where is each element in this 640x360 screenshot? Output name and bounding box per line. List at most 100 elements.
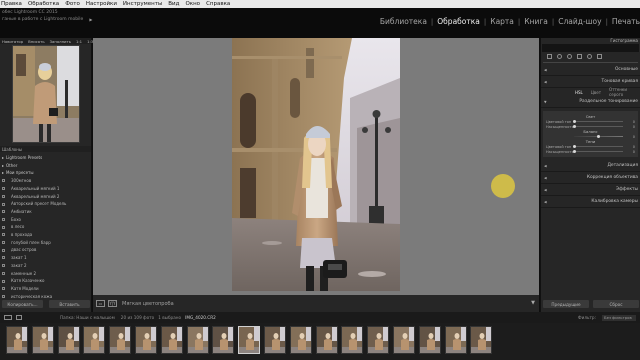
paste-settings-button[interactable]: Вставить	[49, 300, 90, 308]
navigator-title[interactable]: Навигатор	[2, 39, 23, 44]
module-tab[interactable]: Карта	[490, 17, 514, 26]
panel-section-effects[interactable]: ◀ Эффекты	[541, 184, 640, 196]
preset-icon	[2, 295, 5, 298]
menu-item[interactable]: Справка	[206, 1, 230, 7]
menu-item[interactable]: Инструменты	[123, 1, 162, 7]
preset-item[interactable]: закат 1	[2, 254, 89, 262]
slider-knob[interactable]	[572, 119, 576, 123]
navigator-preview[interactable]	[11, 45, 80, 143]
grid-view-icon[interactable]	[16, 315, 22, 320]
play-icon[interactable]: ▶	[89, 17, 92, 24]
preset-item[interactable]: Катя Казаченко	[2, 277, 89, 285]
preset-item[interactable]: в прохода	[2, 231, 89, 239]
menu-item[interactable]: Окно	[185, 1, 200, 7]
filmstrip-thumbnail[interactable]	[470, 326, 493, 354]
split-toning-header[interactable]: ▼ Раздельное тонирование	[541, 96, 640, 108]
panel-section-detail[interactable]: ◀ Детализация	[541, 160, 640, 172]
preset-item[interactable]: Бохо	[2, 216, 89, 224]
toolbar-menu-icon[interactable]: ▼	[531, 300, 535, 306]
module-tab[interactable]: Библиотека	[380, 17, 427, 26]
slider-knob[interactable]	[572, 149, 576, 153]
filmstrip-thumbnail[interactable]	[186, 326, 209, 354]
previous-button[interactable]: Предыдущие	[543, 300, 589, 308]
filter-dropdown[interactable]: Без фильтров	[602, 314, 636, 321]
module-separator: |	[517, 17, 521, 26]
preset-icon	[2, 210, 5, 214]
zoom-option[interactable]: Вписать	[28, 39, 44, 44]
preset-item[interactable]: каменные 2	[2, 270, 89, 278]
zoom-option[interactable]: 1:1	[76, 39, 82, 44]
folder-path[interactable]: Папка: Наши с малышом	[60, 315, 115, 320]
menu-item[interactable]: Настройки	[86, 1, 117, 7]
filmstrip-thumbnail[interactable]	[367, 326, 390, 354]
panel-section-lens[interactable]: ◀ Коррекция объектива	[541, 172, 640, 184]
preset-item[interactable]: Амбиатик	[2, 208, 89, 216]
toolbar: ▭ Y|Y Мягкая цветопроба ▼	[93, 295, 539, 312]
shadows-sat-slider[interactable]: Насыщенность 0	[546, 149, 635, 154]
preset-item[interactable]: голубой плен барр	[2, 239, 89, 247]
filmstrip-thumbnail[interactable]	[264, 326, 286, 354]
hsl-tab[interactable]: HSL	[575, 90, 583, 95]
panel-section-basic[interactable]: ◀ Основные	[541, 64, 640, 76]
preset-item[interactable]: закат 2	[2, 262, 89, 270]
filmstrip-thumbnail[interactable]	[418, 326, 441, 354]
module-tab[interactable]: Обработка	[437, 17, 480, 26]
filmstrip-thumbnail[interactable]	[315, 326, 338, 354]
preset-folder[interactable]: ▸ Мои пресеты	[2, 169, 89, 177]
histogram	[542, 44, 639, 52]
soft-proofing-label[interactable]: Мягкая цветопроба	[122, 301, 174, 307]
menu-item[interactable]: Обработка	[28, 1, 59, 7]
filmstrip-thumbnail[interactable]	[83, 326, 106, 354]
preset-label: Катя Казаченко	[11, 278, 45, 284]
expand-triangle-icon: ◀	[544, 199, 547, 204]
spot-removal-icon[interactable]	[557, 54, 562, 59]
brush-icon[interactable]	[597, 54, 602, 59]
module-tab[interactable]: Печать	[612, 17, 640, 26]
module-tab[interactable]: Книга	[524, 17, 548, 26]
second-window-icon[interactable]	[4, 315, 12, 320]
slider-knob[interactable]	[597, 134, 600, 138]
crop-icon[interactable]	[547, 54, 552, 59]
preset-folder[interactable]: ▸ Other	[2, 162, 89, 170]
preset-item[interactable]: Авторский пресет Модель	[2, 200, 89, 208]
copy-settings-button[interactable]: Копировать...	[2, 300, 43, 308]
radial-filter-icon[interactable]	[587, 54, 592, 59]
menu-item[interactable]: Фото	[65, 1, 80, 7]
filmstrip-thumbnail[interactable]	[109, 326, 132, 354]
slider-knob[interactable]	[572, 124, 576, 128]
reset-button[interactable]: Сброс	[593, 300, 639, 308]
loupe-view-icon[interactable]: ▭	[96, 300, 105, 307]
before-after-icon[interactable]: Y|Y	[108, 300, 117, 307]
preset-item[interactable]: двас остров	[2, 246, 89, 254]
hsl-tab[interactable]: Цвет	[591, 90, 601, 95]
hsl-tab[interactable]: Оттенки серого	[609, 87, 640, 97]
red-eye-icon[interactable]	[567, 54, 572, 59]
filmstrip-thumbnail[interactable]	[289, 326, 312, 354]
preset-item[interactable]: Акварельный мягкий 2	[2, 193, 89, 201]
slider-knob[interactable]	[572, 144, 576, 148]
preset-item[interactable]: Акварельный мягкий 1	[2, 185, 89, 193]
module-tab[interactable]: Слайд-шоу	[558, 17, 601, 26]
preset-icon	[2, 194, 5, 198]
filmstrip-thumbnail[interactable]	[6, 326, 28, 354]
main-photo[interactable]	[232, 38, 400, 291]
filmstrip-thumbnail[interactable]	[135, 326, 157, 354]
filmstrip-thumbnail[interactable]	[31, 326, 54, 354]
filmstrip-thumbnail[interactable]	[212, 326, 235, 354]
preset-item[interactable]: Катя Модели	[2, 285, 89, 293]
menu-item[interactable]: Правка	[1, 1, 22, 7]
filmstrip-thumbnail[interactable]	[444, 326, 467, 354]
filmstrip-thumbnail[interactable]	[57, 326, 80, 354]
graduated-filter-icon[interactable]	[577, 54, 582, 59]
menu-item[interactable]: Вид	[168, 1, 179, 7]
filmstrip-thumbnail[interactable]	[238, 326, 261, 354]
preset-item[interactable]: в лесо	[2, 223, 89, 231]
filmstrip-thumbnail[interactable]	[341, 326, 364, 354]
preset-folder[interactable]: ▸ Lightroom Presets	[2, 154, 89, 162]
filmstrip-thumbnail[interactable]	[393, 326, 415, 354]
zoom-option[interactable]: Заполнить	[50, 39, 71, 44]
panel-section-calibration[interactable]: ◀ Калибровка камеры	[541, 196, 640, 208]
slider-value: 0	[632, 144, 635, 149]
filmstrip-thumbnail[interactable]	[160, 326, 183, 354]
preset-item[interactable]: 300мгнов	[2, 177, 89, 185]
